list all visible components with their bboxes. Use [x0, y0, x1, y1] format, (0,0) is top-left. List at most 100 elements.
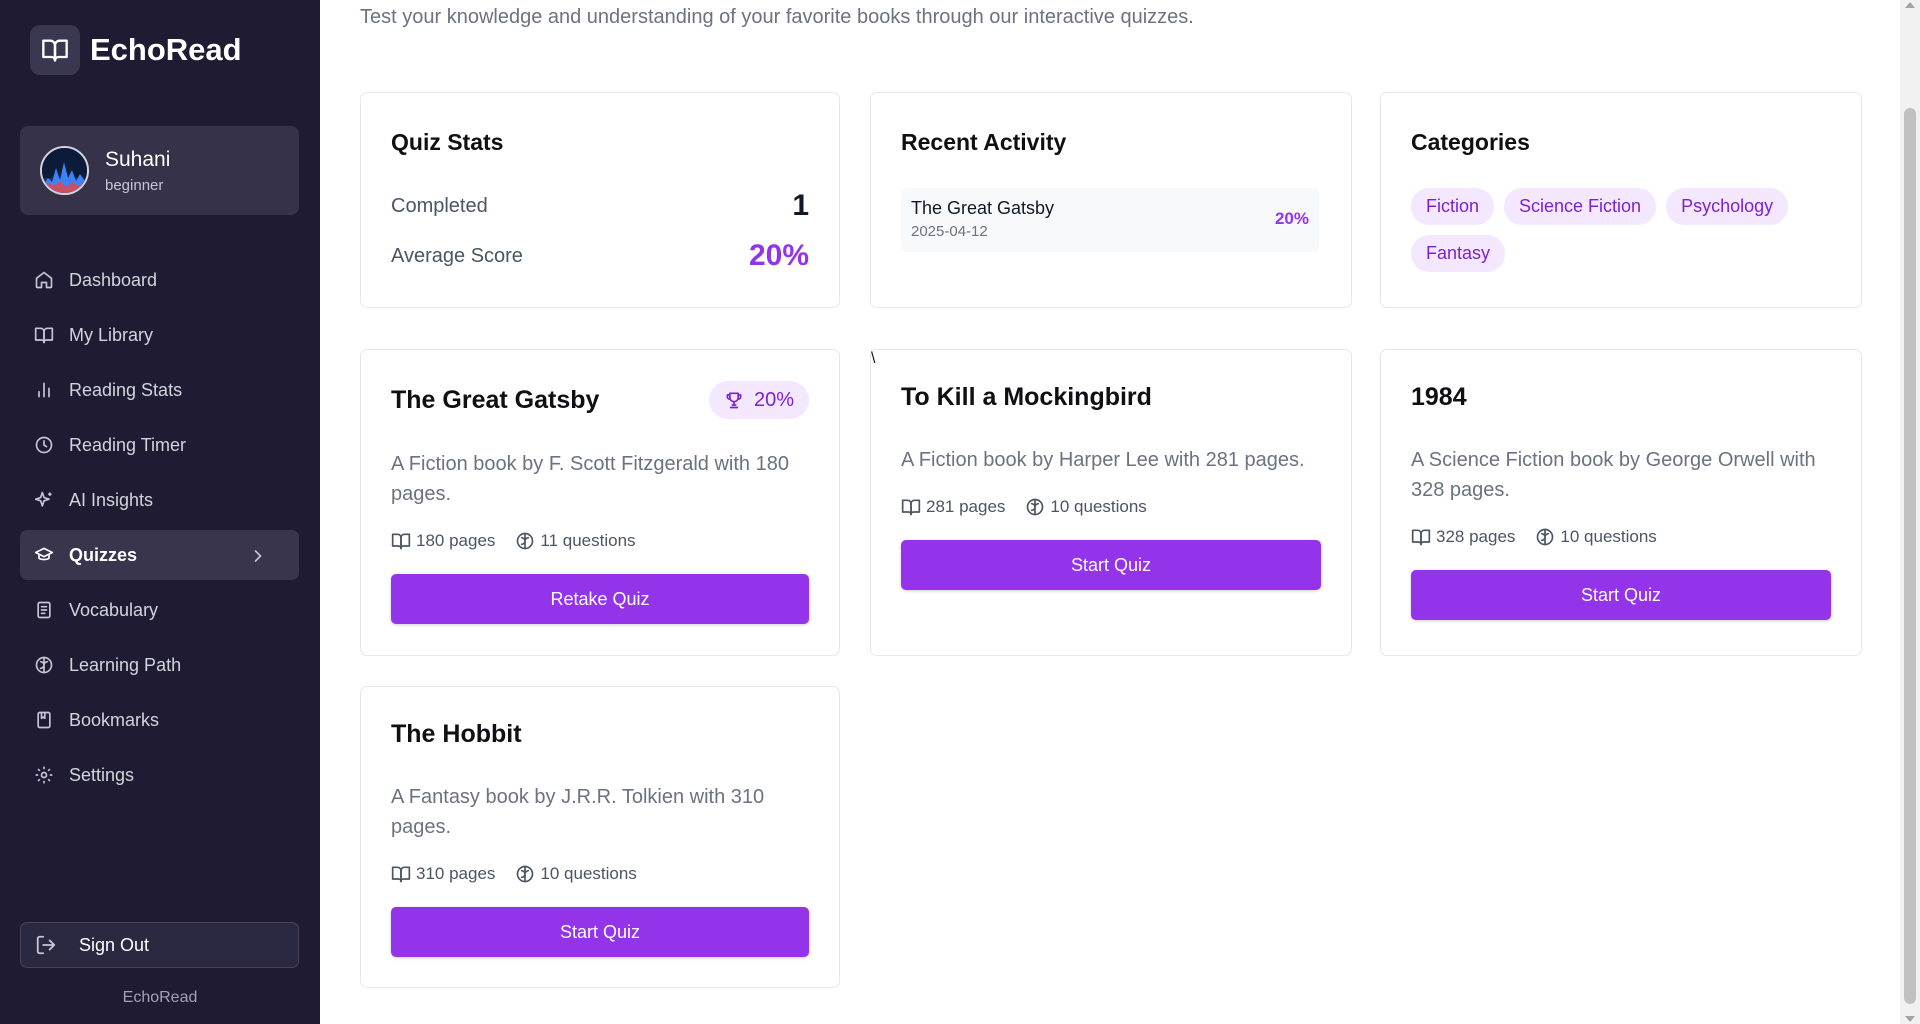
activity-score: 20%: [1274, 209, 1309, 228]
book-title: The Great Gatsby: [391, 386, 600, 414]
footer-brand: EchoRead: [122, 989, 198, 1006]
bookmark-book-icon: [37, 711, 51, 729]
sidebar-item-dashboard[interactable]: Dashboard: [20, 255, 299, 305]
page-subtitle: Test your knowledge and understanding of…: [360, 6, 1194, 28]
quiz-stats-card: Quiz Stats Completed 1 Average Score 20%: [360, 92, 840, 308]
sparkles-icon: [34, 491, 52, 507]
sidebar-item-reading-stats[interactable]: Reading Stats: [20, 365, 299, 415]
brain-icon: [517, 865, 534, 883]
user-level: beginner: [105, 176, 164, 194]
quiz-card-to-kill-a-mockingbird: To Kill a Mockingbird A Fiction book by …: [870, 349, 1352, 656]
book-description: A Fiction book by Harper Lee with 281 pa…: [901, 449, 1305, 471]
quiz-card-1984: 1984 A Science Fiction book by George Or…: [1380, 349, 1862, 656]
app-name: EchoRead: [90, 32, 242, 67]
completed-value: 1: [792, 189, 809, 222]
sidebar-item-label: Learning Path: [69, 654, 182, 675]
book-open-icon: [34, 327, 54, 344]
bar-chart-icon: [38, 382, 50, 398]
question-count: 11 questions: [540, 531, 636, 550]
question-count: 10 questions: [1560, 527, 1657, 546]
chevron-right-icon: [254, 550, 262, 562]
brand[interactable]: EchoRead: [30, 25, 242, 75]
user-name: Suhani: [105, 147, 171, 171]
sidebar-item-label: AI Insights: [69, 489, 154, 510]
start-quiz-button[interactable]: Start Quiz: [901, 540, 1321, 590]
sidebar-item-vocabulary[interactable]: Vocabulary: [20, 585, 299, 635]
home-icon: [35, 271, 53, 289]
question-count: 10 questions: [540, 864, 637, 883]
book-title: To Kill a Mockingbird: [901, 383, 1152, 411]
book-open-icon: [1411, 529, 1431, 546]
scrollbar-thumb[interactable]: [1904, 108, 1916, 1004]
page-count: 180 pages: [416, 531, 496, 550]
sidebar-item-label: My Library: [69, 324, 154, 345]
book-description: A Science Fiction book by George Orwell …: [1411, 449, 1816, 501]
average-score-label: Average Score: [391, 244, 523, 267]
sidebar-item-learning-path[interactable]: Learning Path: [20, 640, 299, 690]
categories-title: Categories: [1411, 129, 1530, 155]
category-tag-fiction[interactable]: Fiction: [1411, 188, 1495, 225]
clock-icon: [35, 436, 53, 454]
sidebar-item-quizzes[interactable]: Quizzes: [20, 530, 299, 580]
start-quiz-button[interactable]: Start Quiz: [391, 907, 809, 957]
log-out-icon: [36, 935, 56, 955]
main-content: Test your knowledge and understanding of…: [320, 0, 1900, 1024]
book-meta: 328 pages 10 questions: [1411, 527, 1677, 547]
brain-icon: [35, 656, 53, 674]
activity-item[interactable]: The Great Gatsby 2025-04-12 20%: [901, 188, 1319, 252]
recent-activity-title: Recent Activity: [901, 129, 1067, 155]
category-tag-psychology[interactable]: Psychology: [1666, 188, 1789, 225]
sidebar-item-label: Bookmarks: [69, 709, 160, 730]
book-meta: 180 pages 11 questions: [391, 531, 656, 551]
retake-quiz-button[interactable]: Retake Quiz: [391, 574, 809, 624]
scroll-down-arrow-icon[interactable]: [1905, 1016, 1915, 1022]
book-title: The Hobbit: [391, 720, 522, 748]
book-open-icon: [30, 25, 80, 75]
score-value: 20%: [753, 388, 794, 411]
sidebar-item-my-library[interactable]: My Library: [20, 310, 299, 360]
scroll-up-arrow-icon[interactable]: [1905, 2, 1915, 8]
graduation-cap-icon: [34, 547, 54, 561]
sidebar-item-label: Vocabulary: [69, 599, 159, 620]
sign-out-button[interactable]: Sign Out: [20, 922, 299, 968]
book-description: A Fantasy book by J.R.R. Tolkien with 31…: [391, 786, 765, 838]
brain-icon: [1537, 528, 1554, 546]
sidebar-item-settings[interactable]: Settings: [20, 750, 299, 800]
quiz-card-the-hobbit: The Hobbit A Fantasy book by J.R.R. Tolk…: [360, 686, 840, 988]
brain-icon: [1027, 498, 1044, 516]
sidebar-item-label: Reading Stats: [69, 379, 183, 400]
scrollbar[interactable]: [1900, 0, 1920, 1024]
notebook-icon: [37, 601, 51, 619]
sidebar: EchoRead Suhani beginner Dashboard My Li…: [0, 0, 320, 1024]
sidebar-item-label: Dashboard: [69, 269, 158, 290]
page-count: 328 pages: [1436, 527, 1516, 546]
book-open-icon: [391, 533, 411, 550]
category-tag-fantasy[interactable]: Fantasy: [1411, 235, 1506, 272]
categories-card: Categories Fiction Science Fiction Psych…: [1380, 92, 1862, 308]
page-count: 310 pages: [416, 864, 496, 883]
recent-activity-card: Recent Activity The Great Gatsby 2025-04…: [870, 92, 1352, 308]
book-meta: 281 pages 10 questions: [901, 497, 1167, 517]
sidebar-item-bookmarks[interactable]: Bookmarks: [20, 695, 299, 745]
gear-icon: [35, 766, 53, 784]
sidebar-item-reading-timer[interactable]: Reading Timer: [20, 420, 299, 470]
trophy-icon: [726, 392, 742, 409]
quiz-stats-title: Quiz Stats: [391, 129, 504, 155]
category-tags: Fiction Science Fiction Psychology Fanta…: [1411, 188, 1841, 282]
brain-icon: [517, 532, 534, 550]
user-card[interactable]: Suhani beginner: [20, 126, 299, 215]
sidebar-item-ai-insights[interactable]: AI Insights: [20, 475, 299, 525]
category-tag-science-fiction[interactable]: Science Fiction: [1504, 188, 1657, 225]
start-quiz-button[interactable]: Start Quiz: [1411, 570, 1831, 620]
book-meta: 310 pages 10 questions: [391, 864, 657, 884]
question-count: 10 questions: [1050, 497, 1147, 516]
sidebar-item-label: Reading Timer: [69, 434, 187, 455]
book-title: 1984: [1411, 383, 1467, 411]
score-badge: 20%: [708, 381, 809, 419]
activity-date: 2025-04-12: [911, 223, 988, 240]
avatar: [40, 146, 89, 195]
activity-book-title: The Great Gatsby: [911, 198, 1055, 218]
average-score-value: 20%: [748, 239, 809, 272]
page-count: 281 pages: [926, 497, 1006, 516]
sidebar-item-label: Quizzes: [69, 544, 138, 565]
